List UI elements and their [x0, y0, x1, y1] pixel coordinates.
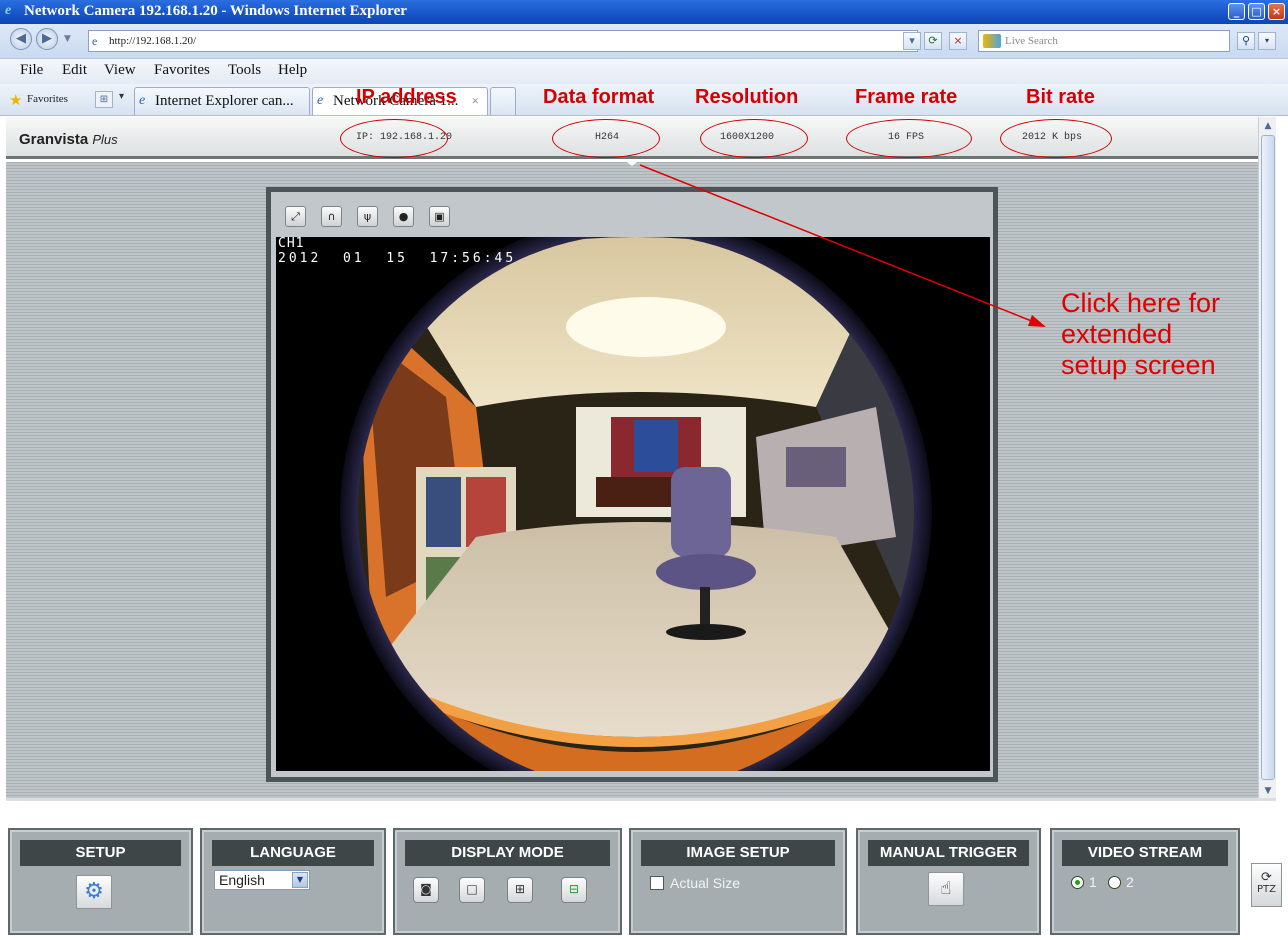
ie-page-icon: e: [317, 93, 324, 108]
window-titlebar: e Network Camera 192.168.1.20 - Windows …: [0, 0, 1288, 24]
callout-line: setup screen: [1061, 350, 1216, 380]
scroll-down-icon[interactable]: ▼: [1260, 783, 1276, 799]
annotation-data-format: Data format: [543, 86, 655, 108]
display-mode-split-icon[interactable]: ⊟: [561, 877, 587, 903]
stream-2-label: 2: [1126, 874, 1134, 890]
quick-tabs-icon[interactable]: ⊞: [95, 91, 113, 108]
tab-label: Internet Explorer can...: [155, 93, 294, 109]
manual-trigger-hand-icon[interactable]: ☝: [928, 872, 964, 906]
back-icon[interactable]: ◀: [10, 28, 32, 50]
search-placeholder: Live Search: [1005, 35, 1058, 47]
menu-help[interactable]: Help: [278, 62, 307, 79]
refresh-icon[interactable]: ⟳: [924, 32, 942, 50]
panel-setup: SETUP ⚙: [8, 828, 193, 935]
forward-icon[interactable]: ▶: [36, 28, 58, 50]
annotation-bit-rate: Bit rate: [1026, 86, 1095, 108]
ie-page-icon: e: [139, 93, 146, 108]
tab-list-dropdown-icon[interactable]: ▾: [119, 91, 124, 102]
camera-video-feed[interactable]: CH1 2012 01 15 17:56:45: [276, 237, 990, 771]
maximize-button[interactable]: □: [1248, 3, 1265, 20]
page-scrollbar[interactable]: ▲ ▼: [1258, 117, 1276, 800]
panel-title: VIDEO STREAM: [1062, 840, 1228, 866]
tab-close-icon[interactable]: ×: [472, 88, 479, 114]
stop-icon[interactable]: ×: [949, 32, 967, 50]
address-input[interactable]: e http://192.168.1.20/: [88, 30, 918, 52]
search-options-icon[interactable]: ▾: [1258, 32, 1276, 50]
history-dropdown-icon[interactable]: ▼: [64, 34, 71, 44]
search-input[interactable]: Live Search: [978, 30, 1230, 52]
video-viewer: ⤢ ∩ ψ ● ▣ CH1 2012 01 15 17:56:45: [266, 187, 998, 782]
favorites-label[interactable]: Favorites: [27, 93, 68, 105]
fps-highlight: [846, 119, 972, 158]
ie-logo-icon: e: [5, 3, 12, 18]
ptz-label: PTZ: [1257, 884, 1276, 895]
extended-setup-toggle[interactable]: [623, 159, 641, 166]
resolution-highlight: [700, 119, 808, 158]
page-icon: e: [92, 34, 98, 48]
live-search-icon: [983, 34, 1001, 48]
close-button[interactable]: ×: [1268, 3, 1285, 20]
microphone-icon[interactable]: ψ: [357, 206, 378, 227]
tab-internet-explorer[interactable]: e Internet Explorer can...: [134, 87, 310, 115]
brand-logo: Granvista Plus: [19, 131, 118, 148]
search-go-icon[interactable]: ⚲: [1237, 32, 1255, 50]
menu-favorites[interactable]: Favorites: [154, 62, 210, 79]
ptz-refresh-icon: ⟳: [1261, 870, 1272, 885]
stream-2-radio[interactable]: [1108, 876, 1121, 889]
annotation-frame-rate: Frame rate: [855, 86, 958, 108]
stream-1-radio[interactable]: [1071, 876, 1084, 889]
display-mode-single-icon[interactable]: □: [459, 877, 485, 903]
display-mode-fisheye-icon[interactable]: ◙: [413, 877, 439, 903]
chevron-down-icon[interactable]: ▼: [292, 872, 308, 888]
minimize-button[interactable]: _: [1228, 3, 1245, 20]
new-tab-button[interactable]: [490, 87, 516, 115]
ptz-button[interactable]: ⟳ PTZ: [1251, 863, 1282, 907]
headphone-icon[interactable]: ∩: [321, 206, 342, 227]
menu-edit[interactable]: Edit: [62, 62, 87, 79]
snapshot-icon[interactable]: ▣: [429, 206, 450, 227]
panel-title: MANUAL TRIGGER: [868, 840, 1029, 866]
scroll-thumb[interactable]: [1261, 135, 1275, 780]
record-icon[interactable]: ●: [393, 206, 414, 227]
setup-gear-icon[interactable]: ⚙: [76, 875, 112, 909]
menu-file[interactable]: File: [20, 62, 43, 79]
scroll-up-icon[interactable]: ▲: [1260, 118, 1276, 134]
display-mode-quad-icon[interactable]: ⊞: [507, 877, 533, 903]
address-url: http://192.168.1.20/: [109, 35, 197, 47]
format-highlight: [552, 119, 660, 158]
ip-highlight: [340, 119, 448, 158]
menu-tools[interactable]: Tools: [228, 62, 261, 79]
fisheye-image: [340, 237, 932, 771]
annotation-ip-address: IP address: [356, 86, 457, 108]
window-title: Network Camera 192.168.1.20 - Windows In…: [24, 3, 407, 19]
fullscreen-icon[interactable]: ⤢: [285, 206, 306, 227]
actual-size-label: Actual Size: [670, 875, 741, 891]
setup-callout: Click here for extended setup screen: [1061, 288, 1220, 381]
address-toolbar: ◀ ▶ ▼ e http://192.168.1.20/ ▾ ⟳ × Live …: [0, 24, 1288, 58]
address-dropdown-icon[interactable]: ▾: [903, 32, 921, 50]
panel-title: DISPLAY MODE: [405, 840, 610, 866]
osd-timestamp: 2012 01 15 17:56:45: [278, 251, 517, 266]
bitrate-highlight: [1000, 119, 1112, 158]
osd-channel: CH1: [278, 237, 305, 251]
language-value: English: [219, 872, 265, 888]
favorites-star-icon[interactable]: ★: [9, 91, 22, 110]
panel-manual-trigger: MANUAL TRIGGER ☝: [856, 828, 1041, 935]
panel-title: IMAGE SETUP: [641, 840, 835, 866]
menu-bar: File Edit View Favorites Tools Help: [0, 58, 1288, 84]
callout-line: extended: [1061, 319, 1173, 349]
page-bottom-edge: [6, 798, 1276, 801]
panel-title: LANGUAGE: [212, 840, 374, 866]
annotation-resolution: Resolution: [695, 86, 799, 108]
callout-line: Click here for: [1061, 288, 1221, 318]
panel-title: SETUP: [20, 840, 181, 866]
actual-size-checkbox[interactable]: [650, 876, 664, 890]
menu-view[interactable]: View: [104, 62, 136, 79]
stream-1-label: 1: [1089, 874, 1097, 890]
language-select[interactable]: English ▼: [214, 870, 310, 890]
